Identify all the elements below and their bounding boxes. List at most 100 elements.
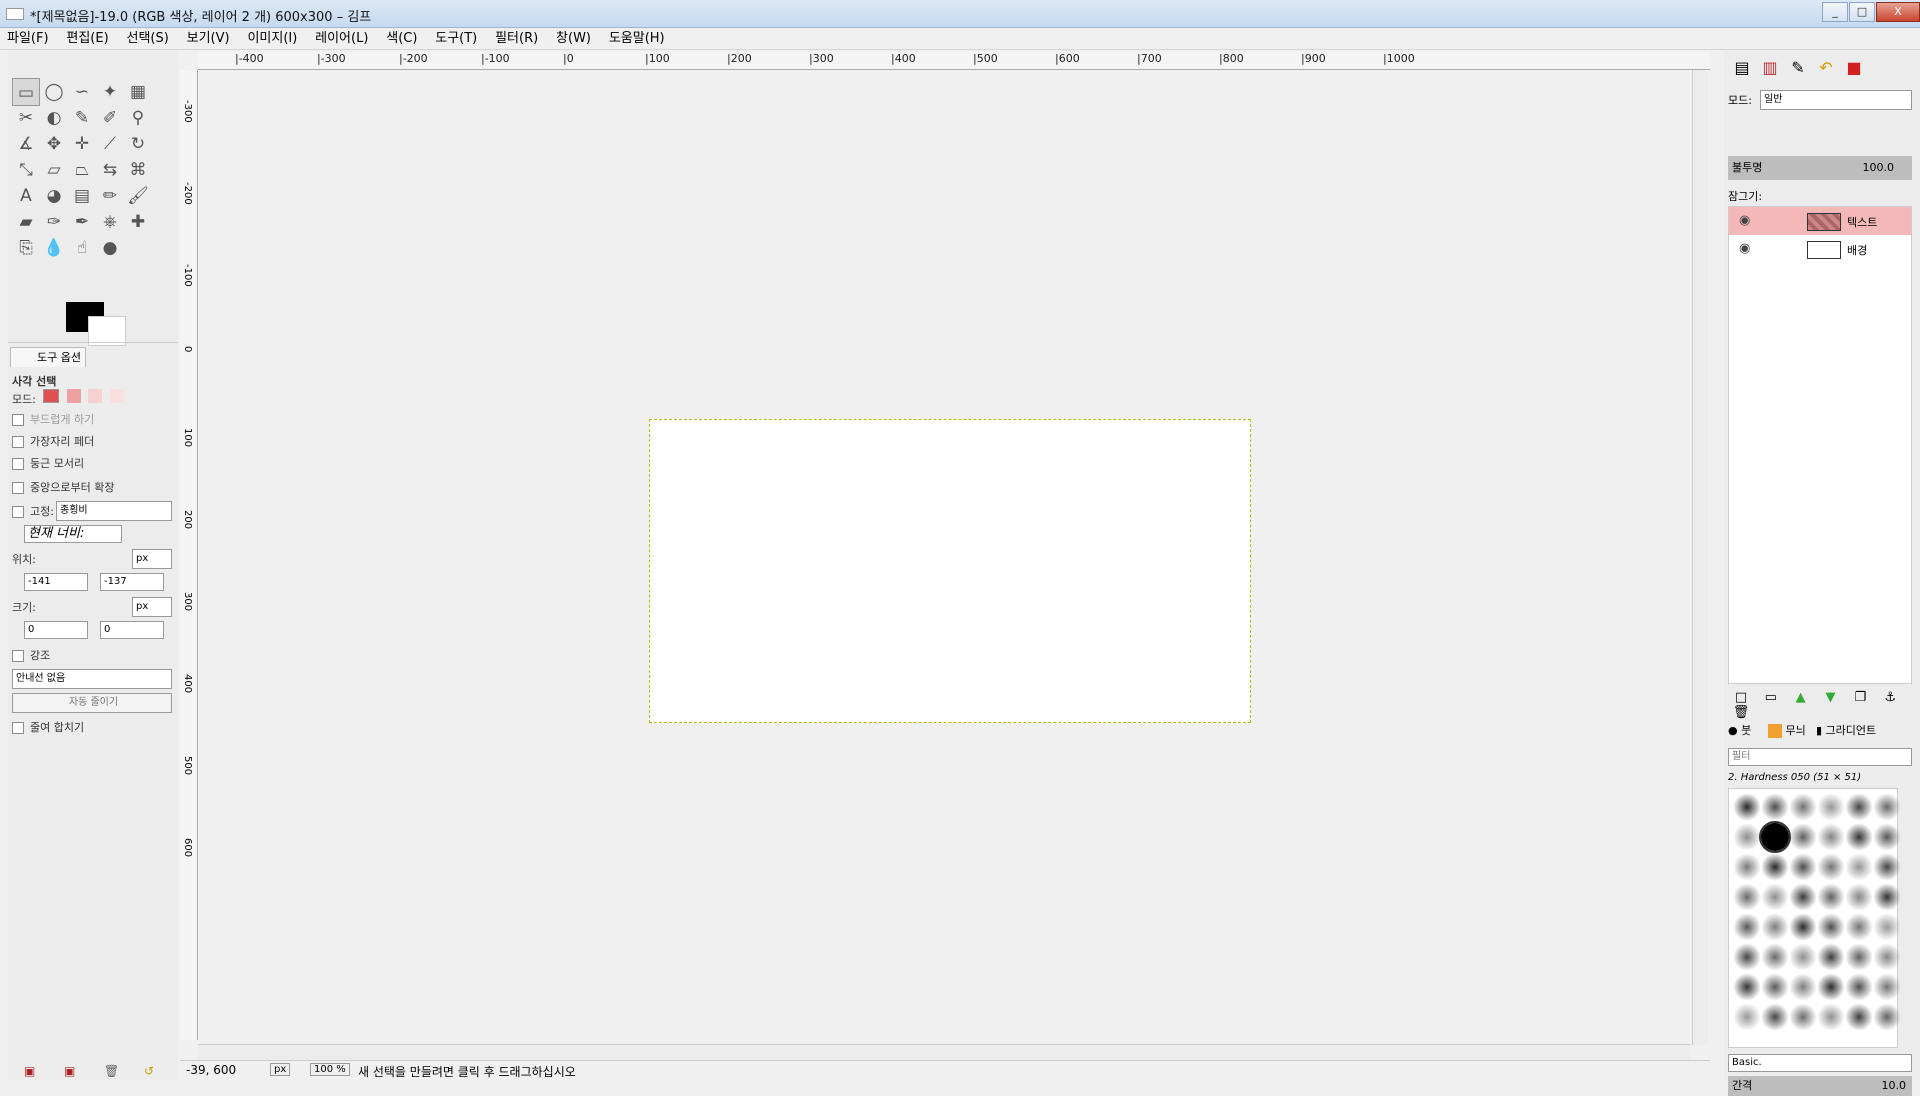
perspective-clone-tool-icon[interactable]: ⎘ bbox=[12, 234, 40, 262]
move-tool-icon[interactable]: ✥ bbox=[40, 130, 68, 158]
delete-layer-icon[interactable]: 🗑 bbox=[1728, 705, 1754, 720]
fixed-row[interactable]: 고정: bbox=[12, 503, 54, 519]
restore-options-icon[interactable]: ▣ bbox=[64, 1064, 75, 1078]
brush-preset-icon[interactable] bbox=[1761, 793, 1789, 821]
brush-preset-icon[interactable] bbox=[1761, 943, 1789, 971]
brush-preset-icon[interactable] bbox=[1817, 943, 1845, 971]
foreground-select-tool-icon[interactable]: ◐ bbox=[40, 104, 68, 132]
lower-layer-icon[interactable]: ▼ bbox=[1817, 690, 1843, 705]
tab-brushes[interactable]: ● 붓 bbox=[1728, 720, 1751, 742]
align-tool-icon[interactable]: ✛ bbox=[68, 130, 96, 158]
menu-layer[interactable]: 레이어(L) bbox=[308, 28, 375, 50]
heal-tool-icon[interactable]: ✚ bbox=[124, 208, 152, 236]
brush-preset-icon[interactable] bbox=[1873, 883, 1901, 911]
image-canvas[interactable] bbox=[649, 419, 1251, 723]
brush-preset-icon[interactable] bbox=[1733, 823, 1761, 851]
brush-preset-icon[interactable] bbox=[1789, 823, 1817, 851]
minimize-button[interactable]: _ bbox=[1822, 2, 1848, 22]
menu-view[interactable]: 보기(V) bbox=[180, 28, 237, 50]
brush-preset-icon[interactable] bbox=[1789, 883, 1817, 911]
vertical-scrollbar[interactable] bbox=[1692, 70, 1708, 1045]
brush-preset-icon[interactable] bbox=[1873, 793, 1901, 821]
save-options-icon[interactable]: ▣ bbox=[24, 1064, 35, 1078]
brush-preset-icon[interactable] bbox=[1789, 793, 1817, 821]
horizontal-scrollbar[interactable] bbox=[198, 1044, 1690, 1060]
brush-preset-icon[interactable] bbox=[1817, 913, 1845, 941]
brush-preset-icon[interactable] bbox=[1845, 823, 1873, 851]
auto-shrink-button[interactable]: 자동 줄이기 bbox=[12, 693, 172, 713]
scissors-tool-icon[interactable]: ✂ bbox=[12, 104, 40, 132]
tab-patterns[interactable]: 무늬 bbox=[1768, 720, 1806, 742]
smudge-tool-icon[interactable]: ☝ bbox=[68, 234, 96, 262]
menu-colors[interactable]: 색(C) bbox=[379, 28, 424, 50]
duplicate-layer-icon[interactable]: ❐ bbox=[1847, 690, 1873, 705]
brush-preset-icon[interactable] bbox=[1873, 823, 1901, 851]
size-h-field[interactable]: 0 bbox=[100, 621, 164, 639]
pencil-tool-icon[interactable]: ✏ bbox=[96, 182, 124, 210]
brush-preset-icon[interactable] bbox=[1789, 913, 1817, 941]
size-unit[interactable]: px bbox=[132, 597, 172, 617]
brush-preset-icon[interactable] bbox=[1873, 1003, 1901, 1031]
rect-select-tool-icon[interactable]: ▭ bbox=[12, 78, 40, 106]
brush-preset-icon[interactable] bbox=[1733, 1003, 1761, 1031]
dodge-burn-tool-icon[interactable]: ● bbox=[96, 234, 124, 262]
brush-preset-icon[interactable] bbox=[1789, 1003, 1817, 1031]
scale-tool-icon[interactable]: ⤡ bbox=[12, 156, 40, 184]
menu-edit[interactable]: 편집(E) bbox=[59, 28, 115, 50]
flip-tool-icon[interactable]: ⇆ bbox=[96, 156, 124, 184]
menu-select[interactable]: 선택(S) bbox=[119, 28, 175, 50]
brush-preset-icon[interactable] bbox=[1733, 883, 1761, 911]
cage-tool-icon[interactable]: ⌘ bbox=[124, 156, 152, 184]
brush-preset-icon[interactable] bbox=[1759, 821, 1791, 853]
highlight-row[interactable]: 강조 bbox=[12, 647, 50, 663]
brush-preset-icon[interactable] bbox=[1845, 883, 1873, 911]
brush-preset-icon[interactable] bbox=[1761, 883, 1789, 911]
brush-preset-icon[interactable] bbox=[1733, 913, 1761, 941]
layer-row[interactable]: ◉ 배경 bbox=[1729, 235, 1911, 263]
brush-preset-icon[interactable] bbox=[1873, 973, 1901, 1001]
layer-row[interactable]: ◉ 텍스트 bbox=[1729, 207, 1911, 235]
perspective-tool-icon[interactable]: ⏢ bbox=[68, 156, 96, 184]
brush-preset-icon[interactable] bbox=[1845, 793, 1873, 821]
brush-grid[interactable] bbox=[1728, 788, 1901, 1048]
brush-preset-icon[interactable] bbox=[1789, 853, 1817, 881]
paths-tab-icon[interactable]: ✎ bbox=[1784, 54, 1812, 82]
eye-icon[interactable]: ◉ bbox=[1739, 213, 1750, 228]
close-button[interactable]: X bbox=[1876, 2, 1920, 22]
new-group-icon[interactable]: ▭ bbox=[1758, 690, 1784, 705]
brush-spacing-slider[interactable]: 간격 10.0 bbox=[1728, 1076, 1912, 1096]
brush-preset-icon[interactable] bbox=[1733, 973, 1761, 1001]
color-select-tool-icon[interactable]: ▦ bbox=[124, 78, 152, 106]
rotate-tool-icon[interactable]: ↻ bbox=[124, 130, 152, 158]
eye-icon[interactable]: ◉ bbox=[1739, 241, 1750, 256]
text-tool-icon[interactable]: A bbox=[12, 182, 40, 210]
brush-preset-icon[interactable] bbox=[1845, 913, 1873, 941]
shrink-merged-row[interactable]: 줄여 합치기 bbox=[12, 719, 84, 735]
current-width-field[interactable]: 현재 너비: bbox=[24, 525, 122, 543]
delete-options-icon[interactable]: 🗑 bbox=[104, 1064, 119, 1078]
brush-preset-icon[interactable] bbox=[1845, 853, 1873, 881]
fuzzy-select-tool-icon[interactable]: ✦ bbox=[96, 78, 124, 106]
clone-tool-icon[interactable]: ⎈ bbox=[96, 208, 124, 236]
layer-mode-dropdown[interactable]: 일반 bbox=[1760, 90, 1912, 110]
brush-preset-icon[interactable] bbox=[1789, 943, 1817, 971]
reset-options-icon[interactable]: ↺ bbox=[144, 1064, 154, 1078]
brush-preset-icon[interactable] bbox=[1817, 793, 1845, 821]
brush-preset-icon[interactable] bbox=[1761, 853, 1789, 881]
unit-dropdown[interactable]: px bbox=[270, 1063, 291, 1076]
brush-preset-icon[interactable] bbox=[1873, 943, 1901, 971]
canvas-area[interactable]: |-400 |-300 |-200 |-100 |0 |100 |200 |300 |400 |5… bbox=[180, 50, 1710, 1080]
rounded-row[interactable]: 둥근 모서리 bbox=[12, 455, 84, 471]
menu-windows[interactable]: 창(W) bbox=[549, 28, 598, 50]
pos-y-field[interactable]: -137 bbox=[100, 573, 164, 591]
brush-preset-icon[interactable] bbox=[1817, 853, 1845, 881]
menu-image[interactable]: 이미지(I) bbox=[240, 28, 304, 50]
anchor-layer-icon[interactable]: ⚓ bbox=[1877, 690, 1903, 705]
airbrush-tool-icon[interactable]: ✑ bbox=[40, 208, 68, 236]
feather-row[interactable]: 가장자리 페더 bbox=[12, 433, 94, 449]
brush-preset-icon[interactable] bbox=[1733, 853, 1761, 881]
brush-preset-icon[interactable] bbox=[1789, 973, 1817, 1001]
maximize-button[interactable]: □ bbox=[1849, 2, 1875, 22]
mode-subtract-icon[interactable] bbox=[88, 389, 103, 403]
guides-dropdown[interactable]: 안내선 없음 bbox=[12, 669, 172, 689]
